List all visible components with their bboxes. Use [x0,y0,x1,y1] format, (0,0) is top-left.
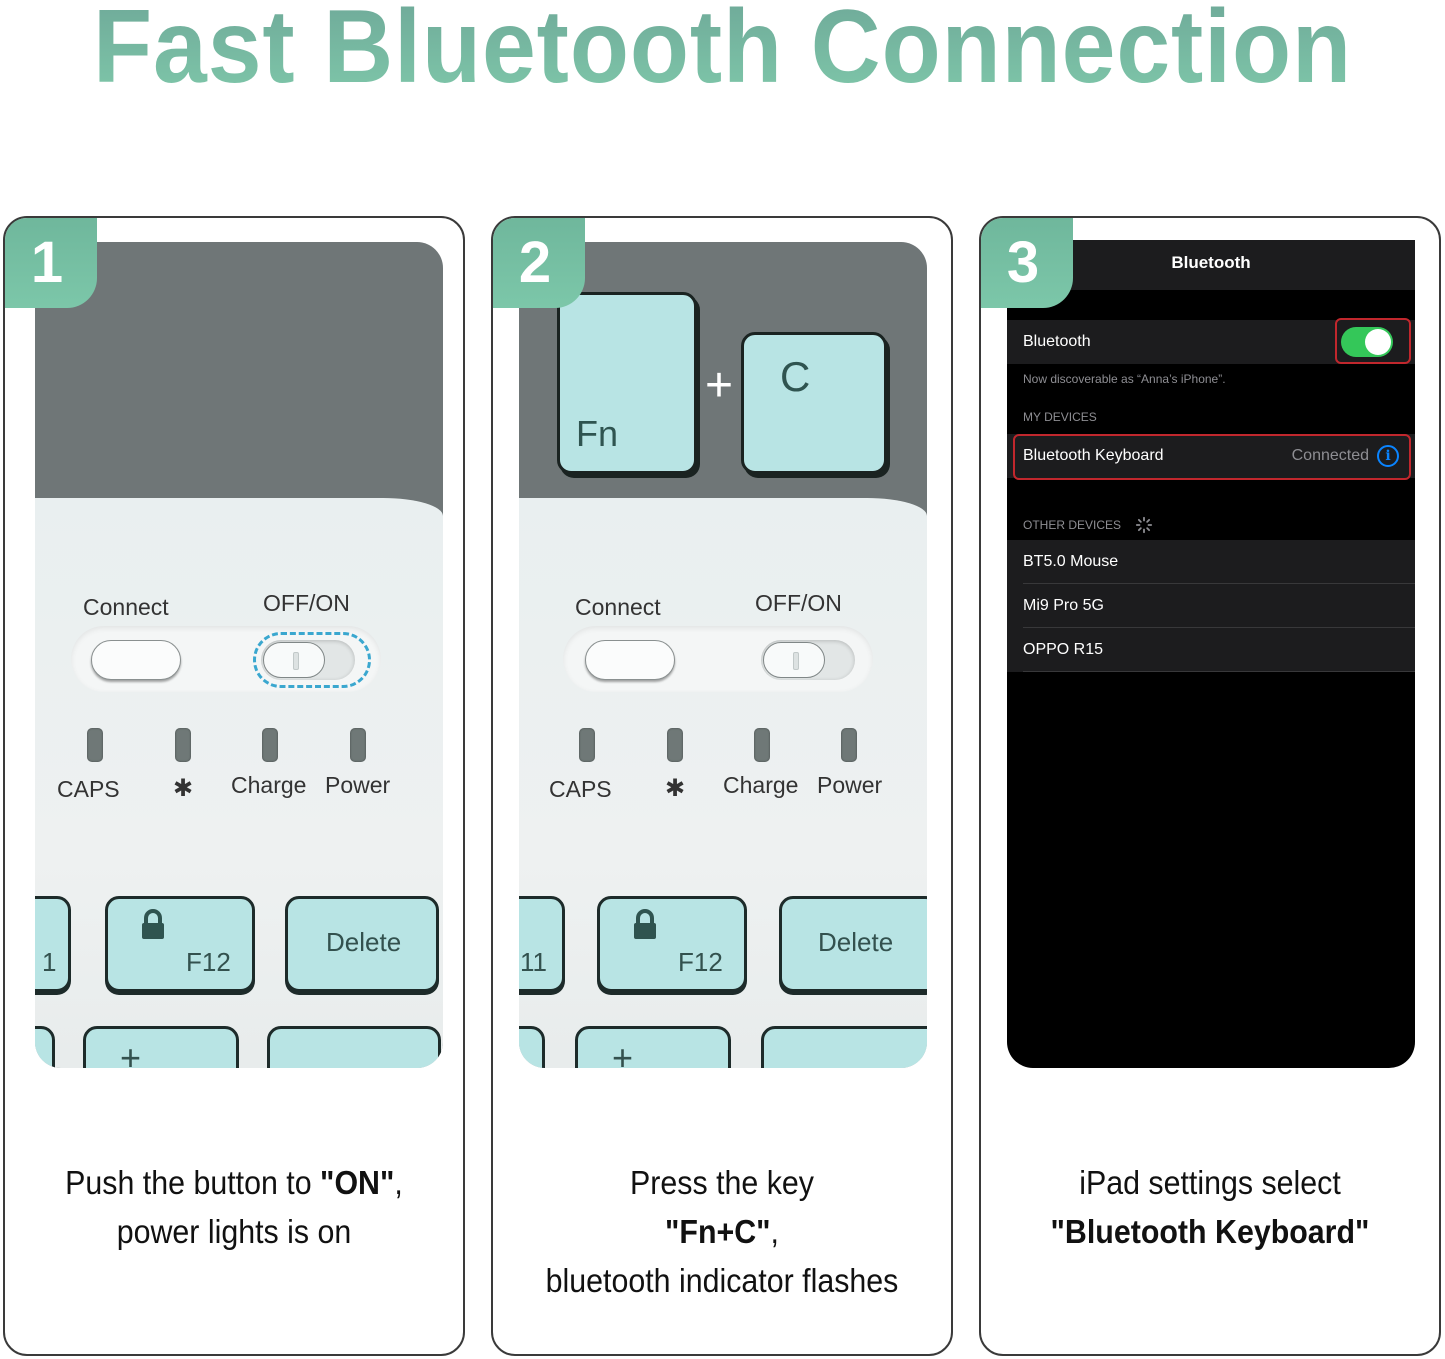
caps-label: CAPS [549,776,612,802]
connect-label: Connect [575,594,661,620]
toggle-highlight [1335,318,1411,364]
key-plus[interactable]: + [83,1026,239,1068]
fn-key[interactable]: Fn [557,292,697,474]
key-f12-label: F12 [678,947,723,977]
key-f12[interactable]: F12 [105,896,255,992]
key-partial[interactable] [519,1026,545,1068]
key-f11-partial[interactable]: 1 [35,896,71,992]
power-led [350,728,366,762]
charge-label: Charge [231,772,307,798]
plus-sign: + [705,359,734,412]
power-label: Power [817,772,883,798]
connect-label: Connect [83,594,169,620]
my-devices-header: MY DEVICES [1023,410,1097,424]
power-switch-knob[interactable] [763,642,825,678]
key-f11-partial[interactable]: 11 [519,896,565,992]
off-on-label: OFF/ON [263,590,350,616]
charge-label: Charge [723,772,799,798]
bluetooth-icon: ✱ [173,775,194,802]
bluetooth-led [667,728,683,762]
bluetooth-led [175,728,191,762]
key-plus[interactable]: + [575,1026,731,1068]
power-label: Power [325,772,391,798]
key-delete[interactable]: Delete [779,896,927,992]
page-title: Fast Bluetooth Connection [51,0,1395,102]
other-devices-header: OTHER DEVICES [1023,516,1153,534]
charge-led [262,728,278,762]
key-delete-label: Delete [326,927,402,957]
keyboard-photo: Connect OFF/ON CAPS ✱ Charge Power 1 F12… [35,242,443,1068]
step-number-badge: 3 [981,218,1073,308]
lock-icon [634,909,656,939]
step-caption: iPad settings select "Bluetooth Keyboard… [1050,1164,1370,1250]
step-card-3: 3 Bluetooth Bluetooth Now discoverable a… [979,216,1441,1356]
device-row[interactable]: OPPO R15 [1007,628,1415,672]
connect-button[interactable] [91,640,181,680]
connect-button[interactable] [585,640,675,680]
step-number-badge: 2 [493,218,585,308]
bluetooth-row-label: Bluetooth [1023,333,1091,350]
ios-bluetooth-screen: Bluetooth Bluetooth Now discoverable as … [1007,240,1415,1068]
lock-icon [142,909,164,939]
power-led [841,728,857,762]
charge-led [754,728,770,762]
key-delete[interactable]: Delete [285,896,439,992]
device-row[interactable]: Mi9 Pro 5G [1007,584,1415,628]
off-on-label: OFF/ON [755,590,842,616]
loading-spinner-icon [1135,516,1153,534]
key-f12[interactable]: F12 [597,896,747,992]
caps-label: CAPS [57,776,120,802]
key-blank[interactable] [761,1026,927,1068]
discoverable-text: Now discoverable as “Anna’s iPhone”. [1023,372,1226,386]
power-switch[interactable] [761,640,855,680]
caps-led [579,728,595,762]
step-card-1: 1 Connect OFF/ON CAPS ✱ Charge Power 1 F… [3,216,465,1356]
key-blank[interactable] [267,1026,441,1068]
step-caption: Press the key "Fn+C", bluetooth indicato… [545,1164,899,1299]
c-key[interactable]: C [741,332,887,474]
step-card-2: 2 Fn + C Connect OFF/ON CAPS ✱ Charge Po… [491,216,953,1356]
keyboard-highlight [1013,434,1411,480]
power-switch-highlight [253,632,371,688]
step-caption: Push the button to "ON", power lights is… [65,1164,403,1250]
keyboard-photo: Fn + C Connect OFF/ON CAPS ✱ Charge Powe… [519,242,927,1068]
key-f12-label: F12 [186,947,231,977]
key-partial[interactable] [35,1026,55,1068]
caps-led [87,728,103,762]
key-delete-label: Delete [818,927,894,957]
bluetooth-icon: ✱ [665,775,686,802]
device-row[interactable]: BT5.0 Mouse [1007,540,1415,584]
step-number-badge: 1 [5,218,97,308]
